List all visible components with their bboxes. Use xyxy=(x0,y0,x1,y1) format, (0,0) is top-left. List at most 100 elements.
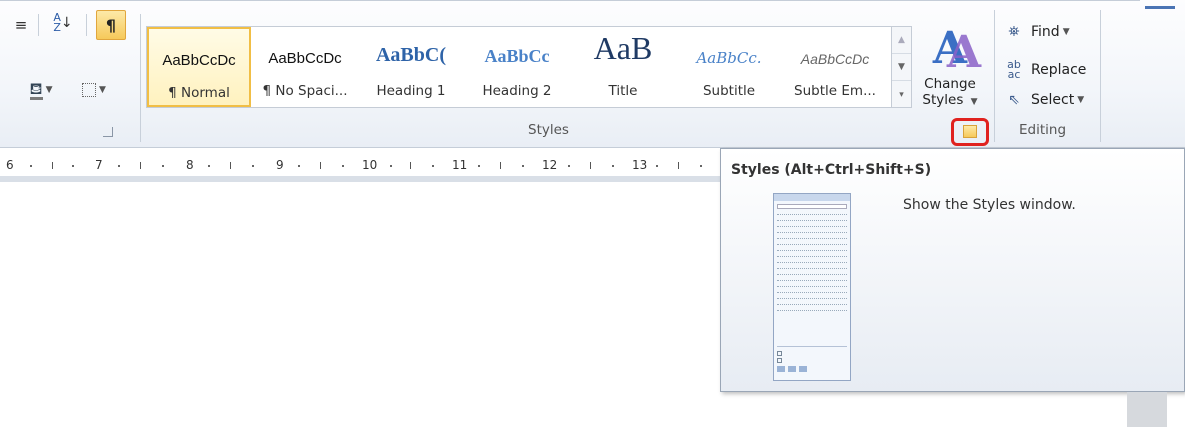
chevron-down-icon: ▼ xyxy=(1062,27,1070,37)
style-subtitle[interactable]: AaBbCc. Subtitle xyxy=(677,27,781,107)
style-no-spacing[interactable]: AaBbCcDc ¶ No Spaci... xyxy=(253,27,357,107)
style-name: Subtle Em... xyxy=(794,83,876,99)
ruler-number: 12 xyxy=(542,158,558,172)
styles-group-label: Styles xyxy=(528,122,569,138)
select-button[interactable]: ⇖ Select ▼ xyxy=(1003,92,1084,108)
change-styles-icon: AA xyxy=(932,23,982,78)
gallery-scroll-down-button[interactable]: ▼ xyxy=(892,54,911,81)
chevron-up-icon: ▲ xyxy=(898,35,905,45)
replace-button[interactable]: ab ac Replace xyxy=(1003,58,1086,81)
style-sample: AaBbCcDc xyxy=(800,51,870,67)
ruler-tick xyxy=(500,162,501,169)
ruler-number: 11 xyxy=(452,158,468,172)
preview-header xyxy=(774,194,850,201)
style-name: Title xyxy=(608,83,638,99)
ruler-dot xyxy=(568,165,570,167)
ruler-indent-bar xyxy=(0,176,722,182)
ruler-dot xyxy=(342,165,344,167)
ruler-dot xyxy=(700,165,702,167)
style-heading-2[interactable]: AaBbCc Heading 2 xyxy=(465,27,569,107)
borders-icon xyxy=(82,83,97,97)
ruler-dot xyxy=(478,165,480,167)
style-sample: AaBbCc xyxy=(484,46,550,66)
style-subtle-emphasis[interactable]: AaBbCcDc Subtle Em... xyxy=(783,27,887,107)
gallery-scroll: ▲ ▼ ▾ xyxy=(892,26,912,108)
scrollbar-fragment[interactable] xyxy=(1127,392,1167,427)
preview-footer xyxy=(777,346,847,376)
tooltip-title: Styles (Alt+Ctrl+Shift+S) xyxy=(731,162,932,178)
style-normal[interactable]: AaBbCcDc ¶ Normal xyxy=(147,27,251,107)
ruler-dot xyxy=(30,165,32,167)
shading-button[interactable]: ⛾ ▼ xyxy=(18,79,64,101)
paint-bucket-icon: ⛾ xyxy=(29,78,43,100)
styles-gallery: AaBbCcDc ¶ Normal AaBbCcDc ¶ No Spaci...… xyxy=(146,26,892,108)
show-hide-formatting-button[interactable]: ¶ xyxy=(96,10,126,40)
binoculars-icon: ⛯ xyxy=(1008,24,1020,40)
ruler-number: 9 xyxy=(276,158,284,172)
ruler-dot xyxy=(656,165,658,167)
style-sample: AaBbCcDc xyxy=(268,50,342,67)
style-heading-1[interactable]: AaBbC( Heading 1 xyxy=(359,27,463,107)
separator xyxy=(38,14,39,36)
ruler-tick xyxy=(678,162,679,169)
style-sample: AaB xyxy=(593,30,653,66)
chevron-down-icon: ▼ xyxy=(898,62,905,72)
ruler-number: 6 xyxy=(6,158,14,172)
change-styles-button[interactable]: AA Change Styles ▼ xyxy=(920,22,982,114)
gallery-scroll-up-button[interactable]: ▲ xyxy=(892,27,911,54)
borders-button[interactable]: ▼ xyxy=(74,79,114,101)
more-icon: ▾ xyxy=(899,89,904,100)
ribbon: ≡ A Z ↓ ¶ ⛾ ▼ ▼ AaBbCcDc ¶ Normal AaBbCcDc … xyxy=(0,0,1185,148)
ruler-dot xyxy=(522,165,524,167)
ruler-dot xyxy=(432,165,434,167)
styles-tooltip: Styles (Alt+Ctrl+Shift+S) Show the Style… xyxy=(720,148,1185,392)
style-name: Subtitle xyxy=(702,83,756,99)
style-name: ¶ No Spaci... xyxy=(262,83,348,99)
preview-list xyxy=(774,204,850,311)
styles-window-preview-image xyxy=(773,193,851,381)
change-styles-label: Change Styles ▼ xyxy=(922,76,978,108)
select-label: Select xyxy=(1031,92,1075,108)
ruler-dot xyxy=(298,165,300,167)
ruler-tick xyxy=(590,162,591,169)
find-button[interactable]: ⛯ Find ▼ xyxy=(1003,24,1070,40)
highlight-box xyxy=(951,118,989,146)
find-label: Find xyxy=(1031,24,1060,40)
ruler-tick xyxy=(52,162,53,169)
ruler-tick xyxy=(320,162,321,169)
style-sample: AaBbCcDc xyxy=(162,52,236,69)
replace-icon: ab ac xyxy=(1007,58,1021,81)
ruler-number: 13 xyxy=(632,158,648,172)
style-sample: AaBbCc. xyxy=(696,49,762,67)
style-name: ¶ Normal xyxy=(168,85,230,101)
ruler-number: 10 xyxy=(362,158,378,172)
decrease-indent-icon[interactable]: ≡ xyxy=(8,14,34,36)
style-name: Heading 2 xyxy=(482,83,552,99)
paragraph-dialog-launcher[interactable] xyxy=(103,127,113,137)
ruler-dot xyxy=(252,165,254,167)
style-sample: AaBbC( xyxy=(375,44,446,66)
ruler-dot xyxy=(612,165,614,167)
ruler-tick xyxy=(140,162,141,169)
chevron-down-icon: ▼ xyxy=(970,97,978,107)
ruler-dot xyxy=(208,165,210,167)
ruler-number: 8 xyxy=(186,158,194,172)
tooltip-description: Show the Styles window. xyxy=(903,197,1076,213)
gallery-more-button[interactable]: ▾ xyxy=(892,81,911,108)
ruler-dot xyxy=(390,165,392,167)
chevron-down-icon: ▼ xyxy=(1077,95,1085,105)
separator xyxy=(86,14,87,36)
word-window: ≡ A Z ↓ ¶ ⛾ ▼ ▼ AaBbCcDc ¶ Normal AaBbCcDc … xyxy=(0,0,1185,427)
pilcrow-icon: ¶ xyxy=(105,15,117,35)
ruler-number: 7 xyxy=(95,158,103,172)
editing-group-label: Editing xyxy=(1019,122,1067,138)
group-separator xyxy=(1100,10,1101,142)
group-separator xyxy=(994,10,995,142)
cursor-arrow-icon: ⇖ xyxy=(1008,92,1020,108)
style-title[interactable]: AaB Title xyxy=(571,27,675,107)
ruler-dot xyxy=(118,165,120,167)
chevron-down-icon: ▼ xyxy=(45,85,53,95)
chevron-down-icon: ▼ xyxy=(99,85,106,95)
ruler-dot xyxy=(162,165,164,167)
sort-az-icon[interactable]: A Z ↓ xyxy=(48,12,78,34)
